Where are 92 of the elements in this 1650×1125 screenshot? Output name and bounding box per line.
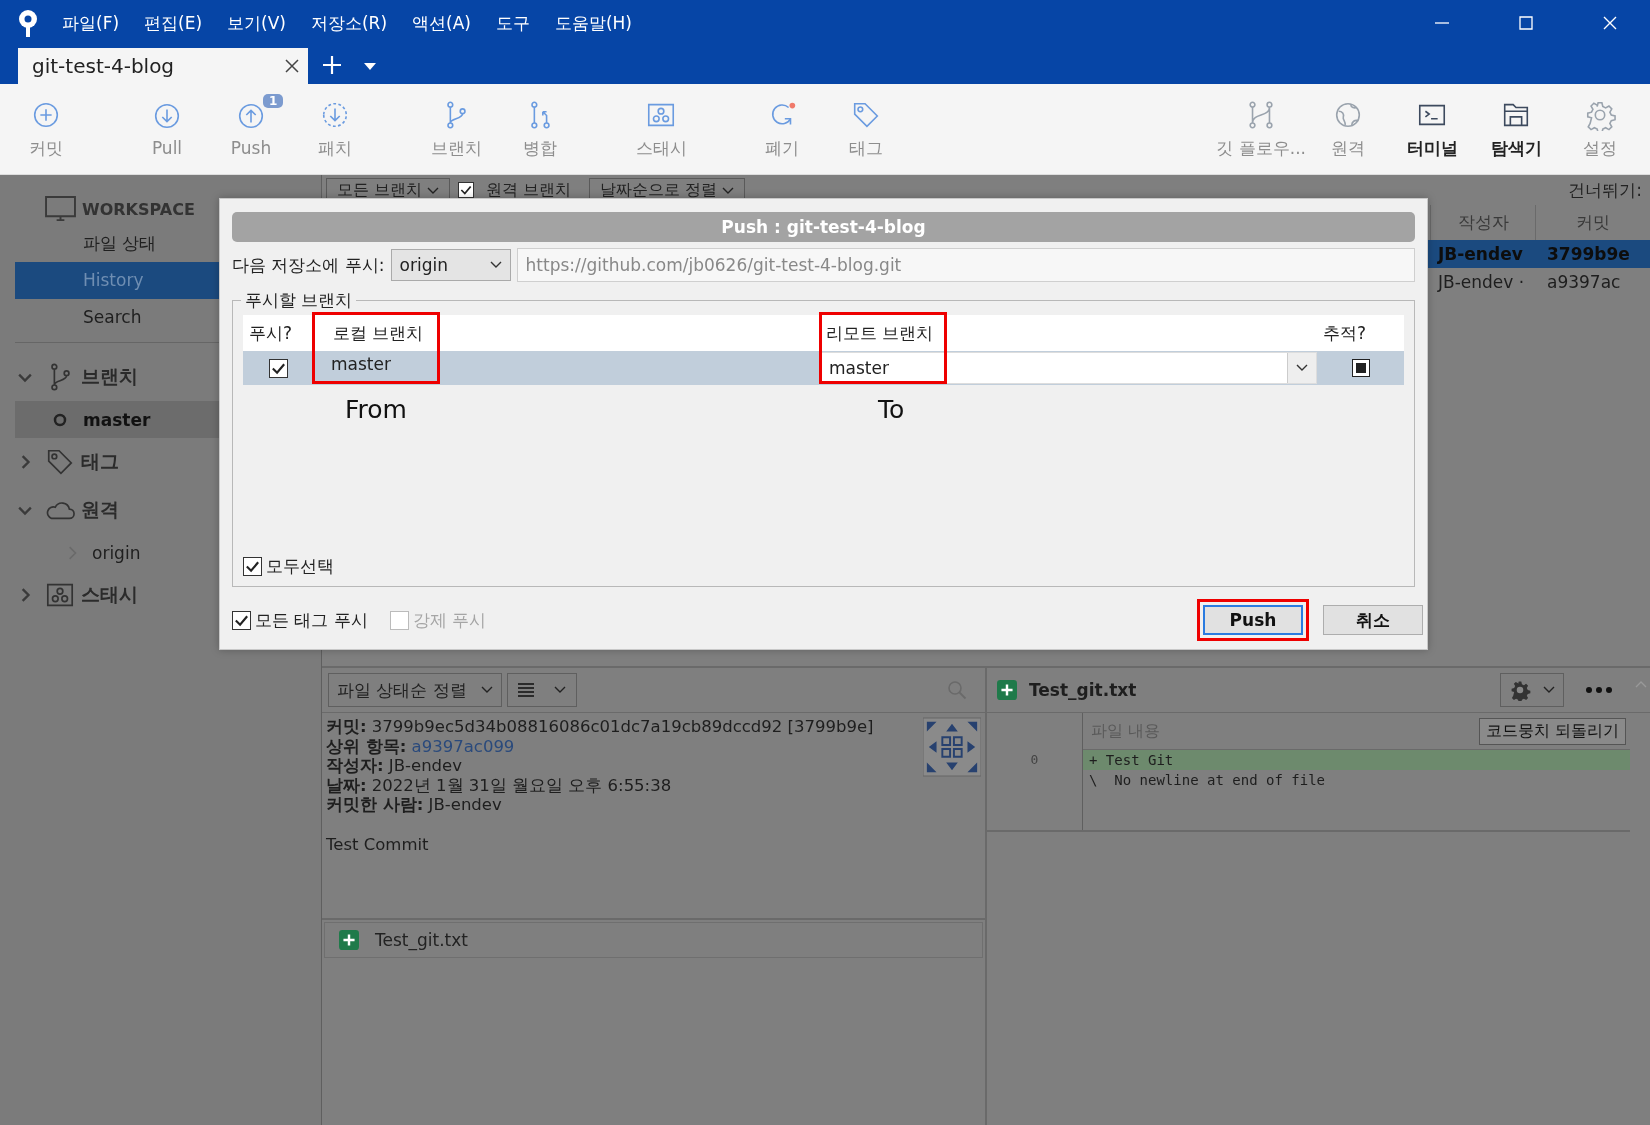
toolbar-button[interactable]: 스태시 (619, 84, 703, 174)
table-cell-text: 3799b9e (1546, 244, 1631, 264)
parent-link[interactable]: a9397ac099 (411, 736, 515, 756)
more-icon[interactable] (1586, 687, 1612, 693)
tag-icon (45, 447, 75, 477)
toolbar-button[interactable]: Pull (125, 84, 209, 174)
toolbar-button[interactable]: 폐기 (740, 84, 824, 174)
remote-branch-dropdown[interactable]: master (820, 352, 1317, 384)
sort-dropdown[interactable]: 파일 상태순 정렬 (328, 673, 502, 707)
menu-item[interactable]: 보기(V) (227, 11, 286, 35)
table-cell-text: JB-endev · (1436, 272, 1526, 292)
menu-item[interactable]: 파일(F) (62, 11, 120, 35)
column-header: 추적? (1317, 315, 1404, 351)
settings-dropdown[interactable] (1500, 673, 1564, 707)
toolbar-button[interactable]: 패치 (293, 84, 377, 174)
table-cell-text: a9397ac (1546, 272, 1622, 292)
push-button[interactable]: Push (1203, 605, 1303, 635)
select-all-checkbox[interactable] (243, 557, 262, 576)
menu-item[interactable]: 도움말(H) (554, 11, 632, 35)
menu-item[interactable]: 도구 (495, 11, 530, 35)
section-title: WORKSPACE (82, 199, 195, 219)
caret-icon (1543, 686, 1555, 694)
track-checkbox[interactable] (1351, 359, 1370, 377)
remote-dropdown[interactable]: origin (390, 249, 511, 281)
annotation-text: To (878, 395, 905, 424)
dialog-title: Push : git-test-4-blog (232, 212, 1415, 242)
toolbar-button[interactable]: 태그 (824, 84, 908, 174)
sidebar-group[interactable]: 원격 (81, 497, 119, 523)
sidebar-group[interactable]: 스태시 (81, 582, 138, 608)
push-checkbox[interactable] (268, 358, 288, 378)
url-field[interactable]: https://github.com/jb0626/git-test-4-blog.git (516, 248, 1415, 282)
toolbar-button[interactable]: 병합 (498, 84, 582, 174)
commit-message: Test Commit (326, 834, 430, 855)
cancel-button[interactable]: 취소 (1323, 605, 1423, 635)
table-cell: master (313, 351, 820, 385)
menu-item[interactable]: 액션(A) (412, 11, 471, 35)
menu-item[interactable]: 저장소(R) (310, 11, 388, 35)
revert-hunk-button[interactable]: 코드뭉치 되돌리기 (1478, 717, 1626, 745)
commit-detail: 커밋한 사람: JB-endev (326, 795, 503, 815)
sidebar-group[interactable]: 브랜치 (81, 364, 138, 390)
caret-icon (480, 686, 493, 694)
toolbar-button[interactable]: 탐색기 (1474, 84, 1558, 174)
caret-icon (427, 187, 440, 195)
checkbox[interactable] (458, 182, 475, 198)
count-badge: 1 (263, 94, 284, 108)
checkbox-label[interactable]: 모두선택 (266, 555, 334, 578)
toolbar-button[interactable]: Push 1 (209, 84, 293, 174)
avatar-icon (923, 717, 981, 777)
monitor-icon (45, 195, 76, 223)
caret-icon (489, 261, 502, 269)
commit-detail: 날짜: 2022년 1월 31일 월요일 오후 6:55:38 (326, 775, 673, 796)
caret-icon (722, 187, 735, 195)
file-row[interactable]: Test_git.txt (324, 922, 983, 958)
repo-tab[interactable]: git-test-4-blog (18, 48, 308, 84)
item-label: origin (92, 542, 141, 563)
maximize-icon[interactable] (1518, 15, 1534, 31)
toolbar-button[interactable]: 커밋 (4, 84, 88, 174)
caret-icon[interactable] (364, 63, 376, 70)
caret-icon (553, 686, 566, 694)
toolbar-button[interactable]: 브랜치 (414, 84, 498, 174)
add-tab-icon[interactable] (322, 55, 342, 75)
column-header: 푸시? (243, 315, 313, 351)
toolbar-button[interactable]: 원격 (1306, 84, 1390, 174)
toolbar-button[interactable]: 터미널 (1390, 84, 1474, 174)
sidebar-group[interactable]: 태그 (81, 449, 119, 475)
close-icon[interactable] (284, 58, 300, 74)
diff-line: \ No newline at end of file (1088, 771, 1326, 790)
checkbox-label[interactable]: 모든 태그 푸시 (255, 608, 368, 632)
line-number: 0 (1030, 752, 1039, 767)
current-branch-icon (53, 412, 67, 427)
app-logo-icon (16, 8, 40, 38)
menu-item[interactable]: 편집(E) (144, 11, 203, 35)
added-file-icon (339, 930, 359, 950)
branch-row-cell[interactable] (243, 351, 313, 385)
annotation-text: From (345, 395, 407, 424)
toolbar-button[interactable]: 깃 플로우... (1216, 84, 1306, 174)
commit-detail: 상위 항목: a9397ac099 (326, 736, 516, 757)
settings-icon (1509, 679, 1531, 701)
jump-label: 건너뛰기: (1568, 178, 1642, 202)
list-icon (517, 683, 534, 697)
table-cell-text: JB-endev (1436, 244, 1524, 264)
added-file-icon (997, 680, 1017, 700)
commit-detail: 작성자: JB-endev (326, 756, 463, 776)
file-name: Test_git.txt (375, 930, 468, 950)
caret-icon (1296, 364, 1308, 372)
option-checkbox[interactable] (232, 610, 251, 630)
item-label: master (83, 409, 151, 430)
view-dropdown[interactable] (506, 673, 577, 707)
toolbar-button[interactable]: 설정 (1558, 84, 1642, 174)
commit-detail: 커밋: 3799b9ec5d34b08816086c01dc7a19cb89dccd92 [3799b9e] (326, 717, 875, 737)
checkbox-label[interactable]: 원격 브랜치 (476, 179, 582, 201)
file-name: Test_git.txt (1029, 680, 1137, 700)
